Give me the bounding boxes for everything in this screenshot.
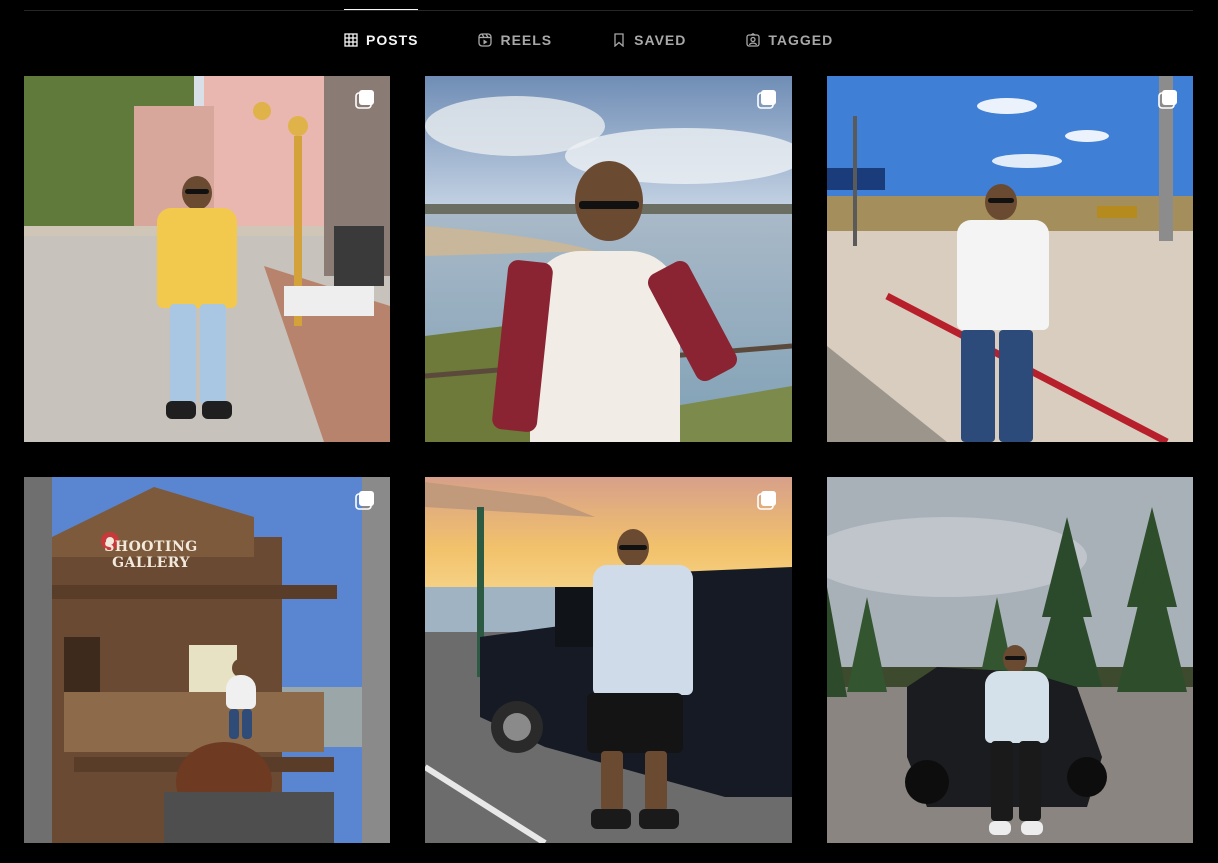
post-thumbnail-2[interactable] — [425, 76, 792, 442]
profile-tabs: POSTS REELS SAVED TAGGED — [344, 9, 833, 70]
tab-reels[interactable]: REELS — [478, 10, 552, 70]
multiple-images-icon — [354, 88, 376, 110]
post-image-shooting-gallery: SHOOTING GALLERY — [24, 477, 390, 843]
post-image-parking-lot — [827, 76, 1193, 442]
tab-posts-label: POSTS — [366, 32, 419, 48]
shooting-gallery-sign: SHOOTING GALLERY — [104, 539, 198, 571]
post-image-sunset-car — [425, 477, 792, 843]
tab-saved[interactable]: SAVED — [612, 10, 686, 70]
post-thumbnail-5[interactable] — [425, 477, 792, 843]
post-thumbnail-1[interactable] — [24, 76, 390, 442]
tab-tagged[interactable]: TAGGED — [746, 10, 833, 70]
posts-grid: SHOOTING GALLERY — [24, 76, 1193, 843]
post-image-forest-car — [827, 477, 1193, 843]
post-thumbnail-6[interactable] — [827, 477, 1193, 843]
multiple-images-icon — [756, 88, 778, 110]
multiple-images-icon — [756, 489, 778, 511]
tab-posts[interactable]: POSTS — [344, 9, 419, 70]
multiple-images-icon — [354, 489, 376, 511]
profile-posts-section: POSTS REELS SAVED TAGGED SHOOTING GALLER… — [0, 0, 1218, 863]
tab-saved-label: SAVED — [634, 32, 687, 48]
post-thumbnail-3[interactable] — [827, 76, 1193, 442]
post-image-lake — [425, 76, 792, 442]
reels-icon — [478, 33, 493, 47]
grid-icon — [344, 33, 358, 47]
post-thumbnail-4[interactable]: SHOOTING GALLERY — [24, 477, 390, 843]
multiple-images-icon — [1157, 88, 1179, 110]
tag-user-icon — [746, 33, 761, 47]
post-image-street — [24, 76, 390, 442]
bookmark-icon — [612, 33, 626, 47]
tab-reels-label: REELS — [500, 32, 553, 48]
tab-tagged-label: TAGGED — [768, 32, 834, 48]
